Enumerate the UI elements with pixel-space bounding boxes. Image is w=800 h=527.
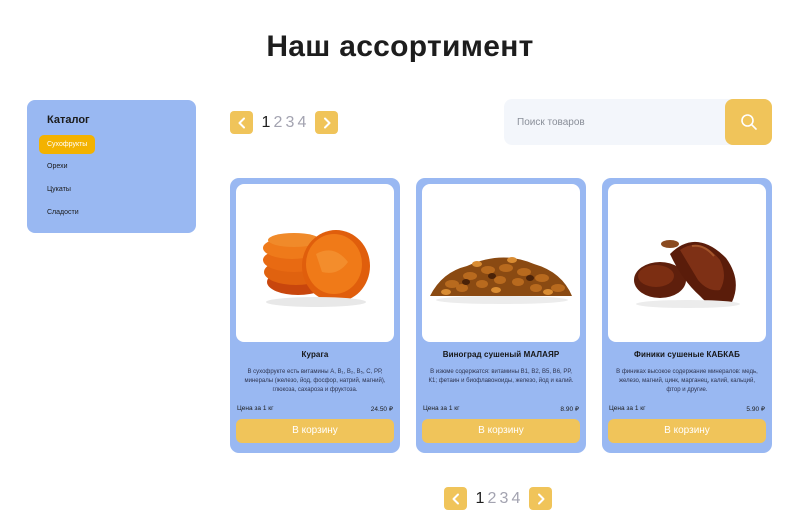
product-card: Курага В сухофрукте есть витамины А, В₁,… xyxy=(230,178,400,453)
prev-page-button[interactable] xyxy=(444,487,467,510)
raisins-image xyxy=(422,184,580,342)
sidebar-item-sweets[interactable]: Сладости xyxy=(41,203,85,223)
page-2[interactable]: 2 xyxy=(272,114,284,132)
chevron-right-icon xyxy=(537,493,544,504)
chevron-left-icon xyxy=(238,117,245,128)
search-icon xyxy=(740,114,757,130)
sidebar-item-dried-fruits[interactable]: Сухофрукты xyxy=(39,135,96,154)
product-name: Финики сушеные КАБКАБ xyxy=(634,350,740,359)
dried-apricots-image xyxy=(236,184,394,342)
catalog-sidebar: Каталог Сухофрукты Орехи Цукаты Сладости xyxy=(27,100,196,233)
search-bar xyxy=(504,99,772,145)
product-card: Виноград сушеный МАЛАЯР В изюме содержат… xyxy=(416,178,586,453)
pagination-top: 1 2 3 4 xyxy=(230,111,338,134)
page-1[interactable]: 1 xyxy=(260,114,272,132)
next-page-button[interactable] xyxy=(529,487,552,510)
page-3[interactable]: 3 xyxy=(284,114,296,132)
chevron-left-icon xyxy=(452,493,459,504)
page-4[interactable]: 4 xyxy=(510,490,522,508)
add-to-cart-button[interactable]: В корзину xyxy=(608,419,766,443)
add-to-cart-button[interactable]: В корзину xyxy=(422,419,580,443)
product-description: В сухофрукте есть витамины А, В₁, В₂, В₅… xyxy=(244,369,386,393)
sidebar-item-candied-fruits[interactable]: Цукаты xyxy=(41,180,77,200)
product-name: Курага xyxy=(301,350,329,359)
prev-page-button[interactable] xyxy=(230,111,253,134)
dates-image xyxy=(608,184,766,342)
product-price: 24.50 ₽ xyxy=(370,406,393,413)
pagination-bottom: 1 2 3 4 xyxy=(444,487,552,510)
search-input[interactable] xyxy=(504,99,725,145)
product-card: Финики сушеные КАБКАБ В финиках высокое … xyxy=(602,178,772,453)
search-button[interactable] xyxy=(725,99,772,145)
price-label: Цена за 1 кг xyxy=(237,405,274,412)
chevron-right-icon xyxy=(323,117,330,128)
product-description: В изюме содержатся: витамины В1, В2, В5,… xyxy=(428,369,574,384)
page-2[interactable]: 2 xyxy=(486,490,498,508)
product-price: 5.90 ₽ xyxy=(746,406,765,413)
product-name: Виноград сушеный МАЛАЯР xyxy=(442,350,560,359)
sidebar-title: Каталог xyxy=(47,114,90,126)
add-to-cart-button[interactable]: В корзину xyxy=(236,419,394,443)
product-description: В финиках высокое содержание минералов: … xyxy=(616,369,758,393)
page-1[interactable]: 1 xyxy=(474,490,486,508)
page-title: Наш ассортимент xyxy=(266,30,534,63)
next-page-button[interactable] xyxy=(315,111,338,134)
page-4[interactable]: 4 xyxy=(296,114,308,132)
page-3[interactable]: 3 xyxy=(498,490,510,508)
price-label: Цена за 1 кг xyxy=(423,405,460,412)
price-label: Цена за 1 кг xyxy=(609,405,646,412)
sidebar-item-nuts[interactable]: Орехи xyxy=(41,157,74,177)
product-price: 8.90 ₽ xyxy=(560,406,579,413)
